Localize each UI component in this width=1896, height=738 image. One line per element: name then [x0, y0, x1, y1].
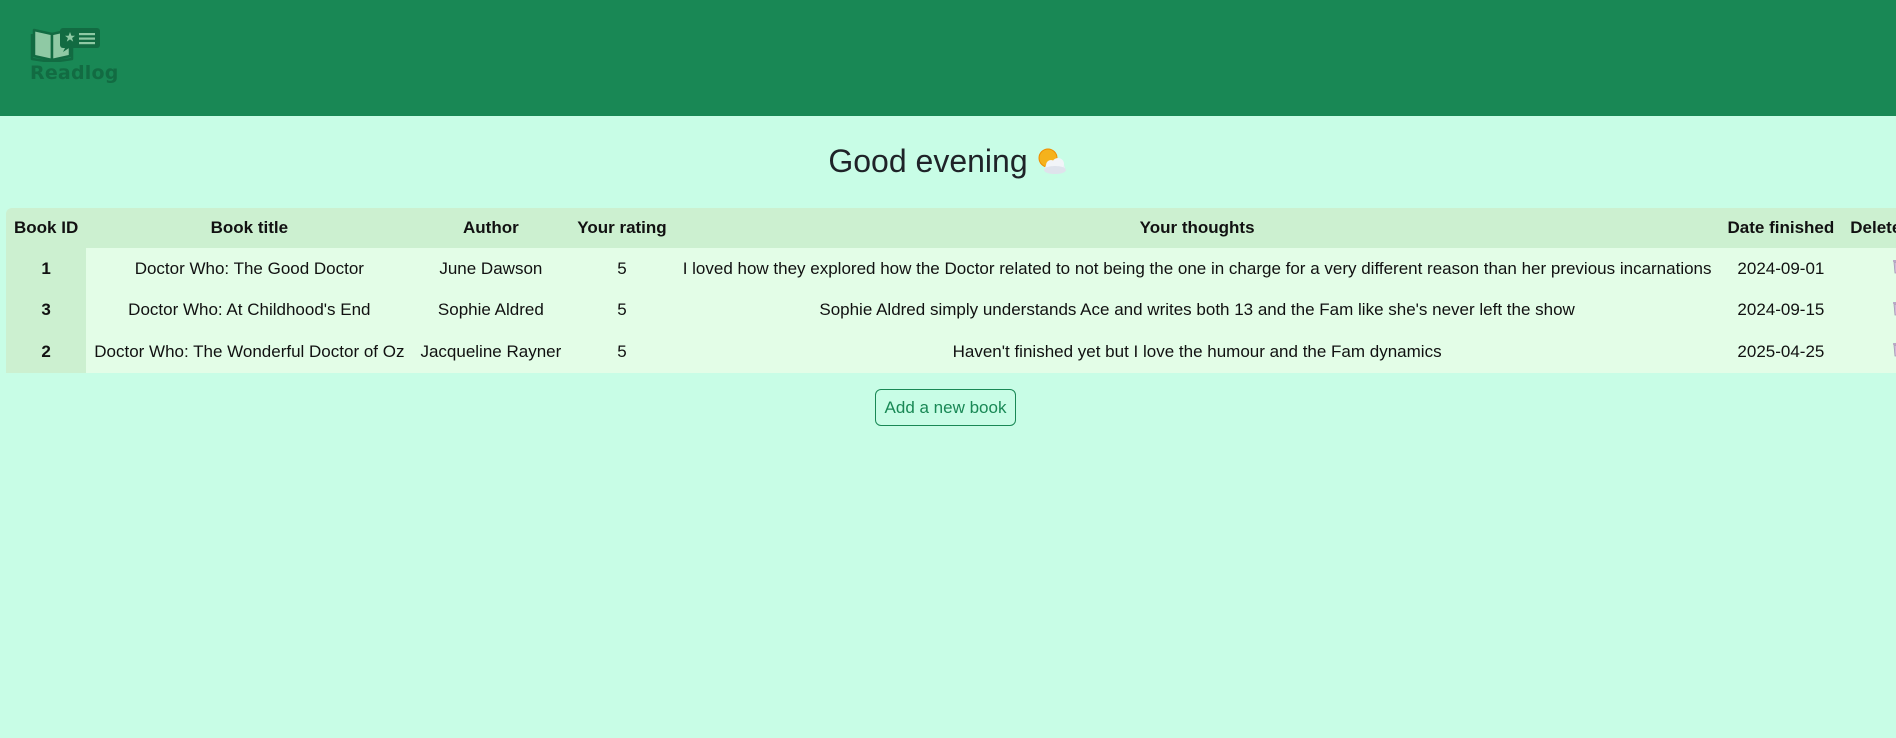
delete-entry-button[interactable]	[1892, 300, 1896, 321]
trash-icon	[1892, 301, 1896, 316]
book-title-cell: Doctor Who: The Wonderful Doctor of Oz	[86, 331, 413, 373]
col-header-book-id: Book ID	[6, 208, 87, 248]
book-title-cell: Doctor Who: The Good Doctor	[86, 248, 413, 290]
author-cell: Jacqueline Rayner	[412, 331, 570, 373]
delete-entry-button[interactable]	[1892, 341, 1896, 362]
delete-cell	[1842, 331, 1896, 373]
greeting-text: Good evening	[828, 143, 1028, 179]
thoughts-cell: Haven't finished yet but I love the humo…	[674, 331, 1720, 373]
author-cell: June Dawson	[412, 248, 570, 290]
navbar: Readlog	[0, 0, 1896, 116]
rating-cell: 5	[569, 289, 675, 331]
col-header-delete: Delete entry	[1842, 208, 1896, 248]
col-header-author: Author	[412, 208, 570, 248]
thoughts-cell: Sophie Aldred simply understands Ace and…	[674, 289, 1720, 331]
col-header-thoughts: Your thoughts	[674, 208, 1720, 248]
add-new-book-button[interactable]: Add a new book	[875, 389, 1016, 426]
rating-cell: 5	[569, 331, 675, 373]
col-header-rating: Your rating	[569, 208, 675, 248]
trash-icon	[1892, 343, 1896, 357]
thoughts-cell: I loved how they explored how the Doctor…	[674, 248, 1720, 290]
author-cell: Sophie Aldred	[412, 289, 570, 331]
date-finished-cell: 2024-09-15	[1719, 289, 1843, 331]
book-title-cell: Doctor Who: At Childhood's End	[86, 289, 413, 331]
brand-logo[interactable]: Readlog	[30, 26, 119, 86]
delete-cell	[1842, 248, 1896, 290]
book-id-cell: 3	[6, 289, 87, 331]
rating-cell: 5	[569, 248, 675, 290]
date-finished-cell: 2025-04-25	[1719, 331, 1843, 373]
date-finished-cell: 2024-09-01	[1719, 248, 1843, 290]
table-row: 1 Doctor Who: The Good Doctor June Dawso…	[6, 248, 1896, 290]
col-header-date-finished: Date finished	[1719, 208, 1843, 248]
col-header-book-title: Book title	[86, 208, 413, 248]
brand-name: Readlog	[30, 62, 119, 84]
open-book-list-icon	[30, 28, 100, 62]
trash-icon	[1892, 260, 1896, 274]
table-row: 3 Doctor Who: At Childhood's End Sophie …	[6, 289, 1896, 331]
page-title: Good evening	[0, 116, 1896, 188]
book-id-cell: 1	[6, 248, 87, 290]
delete-cell	[1842, 289, 1896, 331]
book-id-cell: 2	[6, 331, 87, 373]
sun-behind-cloud-icon	[1038, 148, 1066, 174]
delete-entry-button[interactable]	[1892, 258, 1896, 279]
books-table: Book ID Book title Author Your rating Yo…	[6, 208, 1896, 373]
table-header-row: Book ID Book title Author Your rating Yo…	[6, 208, 1896, 248]
table-row: 2 Doctor Who: The Wonderful Doctor of Oz…	[6, 331, 1896, 373]
books-table-container: Book ID Book title Author Your rating Yo…	[6, 208, 1896, 373]
